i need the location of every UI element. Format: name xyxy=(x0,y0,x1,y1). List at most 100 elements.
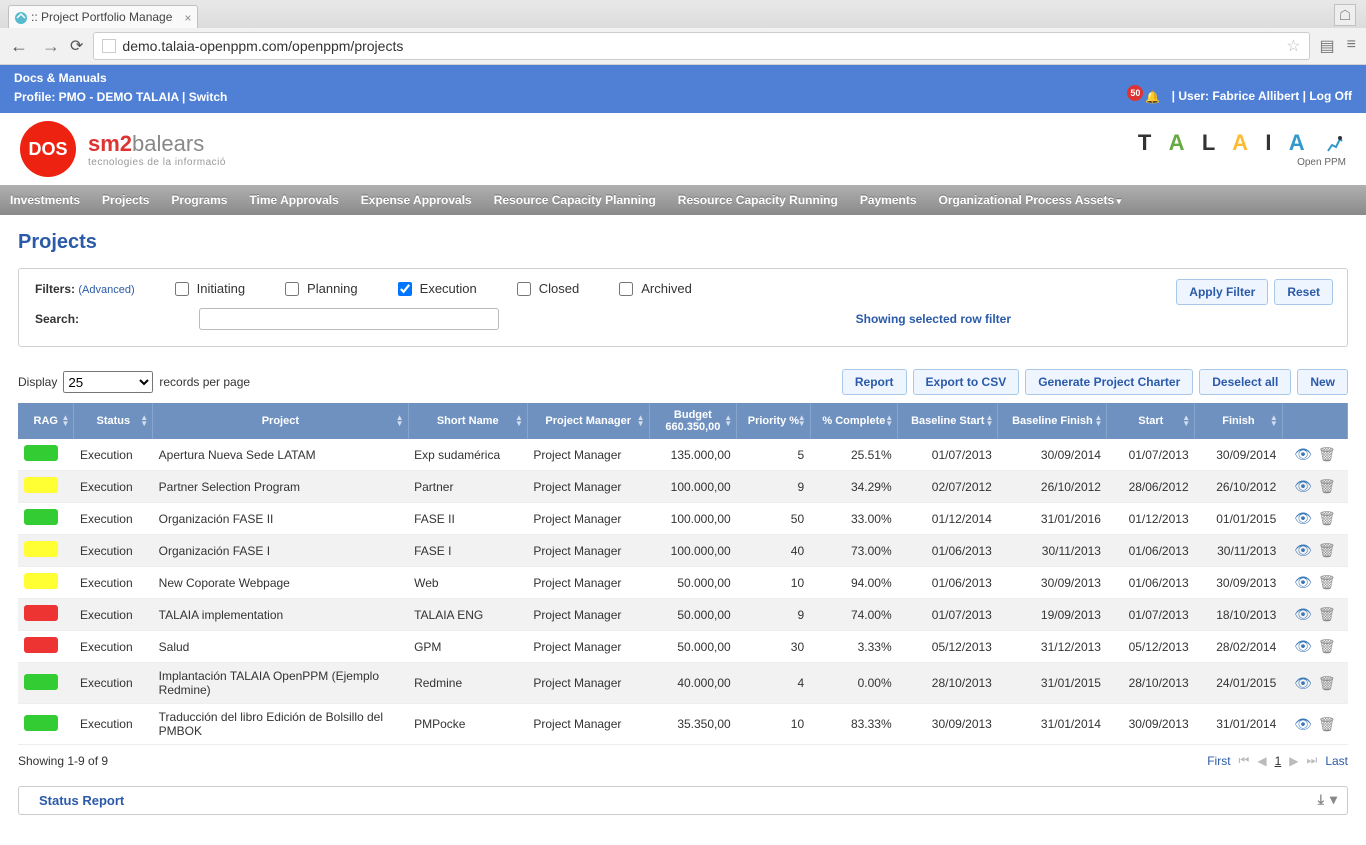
col-header[interactable]: Finish▲▼ xyxy=(1195,403,1283,439)
col-header[interactable]: Project▲▼ xyxy=(153,403,408,439)
view-icon[interactable]: 👁 xyxy=(1294,446,1312,462)
delete-icon[interactable]: 🗑 xyxy=(1318,446,1336,462)
table-row[interactable]: ExecutionImplantación TALAIA OpenPPM (Ej… xyxy=(18,663,1348,704)
view-icon[interactable]: 👁 xyxy=(1294,675,1312,691)
nav-payments[interactable]: Payments xyxy=(860,193,917,207)
forward-icon[interactable]: → xyxy=(42,36,60,57)
view-icon[interactable]: 👁 xyxy=(1294,510,1312,526)
delete-icon[interactable]: 🗑 xyxy=(1318,542,1336,558)
browser-tab[interactable]: :: Project Portfolio Manage × xyxy=(8,5,198,28)
docs-link[interactable]: Docs & Manuals xyxy=(14,71,107,85)
view-icon[interactable]: 👁 xyxy=(1294,606,1312,622)
hamburger-icon[interactable]: ≡ xyxy=(1347,36,1356,56)
new-button[interactable]: New xyxy=(1297,369,1348,395)
display-suffix: records per page xyxy=(159,375,250,389)
delete-icon[interactable]: 🗑 xyxy=(1318,716,1336,732)
table-row[interactable]: ExecutionPartner Selection ProgramPartne… xyxy=(18,471,1348,503)
pager-last-icon[interactable]: ⏭ xyxy=(1307,753,1318,768)
col-header[interactable]: Baseline Finish▲▼ xyxy=(998,403,1107,439)
view-icon[interactable]: 👁 xyxy=(1294,542,1312,558)
generate-charter-button[interactable]: Generate Project Charter xyxy=(1025,369,1193,395)
cell-project: Traducción del libro Edición de Bolsillo… xyxy=(153,704,408,745)
table-row[interactable]: ExecutionOrganización FASE IIFASE IIProj… xyxy=(18,503,1348,535)
notification-bell[interactable]: 50🔔 xyxy=(1127,89,1160,105)
rag-indicator xyxy=(24,715,58,731)
apply-filter-button[interactable]: Apply Filter xyxy=(1176,279,1268,305)
closed-checkbox[interactable] xyxy=(517,282,531,296)
col-header[interactable]: Project Manager▲▼ xyxy=(527,403,649,439)
filter-execution[interactable]: Execution xyxy=(398,281,477,296)
delete-icon[interactable]: 🗑 xyxy=(1318,638,1336,654)
export-csv-button[interactable]: Export to CSV xyxy=(913,369,1020,395)
reload-icon[interactable]: ⟳ xyxy=(70,36,83,56)
filter-archived[interactable]: Archived xyxy=(619,281,692,296)
collapse-icon[interactable]: ▾ xyxy=(1330,791,1337,808)
nav-resource-capacity-running[interactable]: Resource Capacity Running xyxy=(678,193,838,207)
nav-time-approvals[interactable]: Time Approvals xyxy=(249,193,338,207)
showing-filter-link[interactable]: Showing selected row filter xyxy=(856,312,1011,326)
col-header[interactable]: Budget 660.350,00▲▼ xyxy=(649,403,737,439)
back-icon[interactable]: ← xyxy=(10,36,28,57)
col-header[interactable]: Short Name▲▼ xyxy=(408,403,527,439)
bookmark-star-icon[interactable]: ☆ xyxy=(1286,36,1300,56)
advanced-link[interactable]: (Advanced) xyxy=(78,284,134,296)
logoff-link[interactable]: Log Off xyxy=(1309,89,1352,103)
status-report-panel[interactable]: Status Report ⤓ ▾ xyxy=(18,786,1348,815)
reset-button[interactable]: Reset xyxy=(1274,279,1333,305)
close-icon[interactable]: × xyxy=(184,11,191,25)
view-icon[interactable]: 👁 xyxy=(1294,716,1312,732)
table-row[interactable]: ExecutionApertura Nueva Sede LATAMExp su… xyxy=(18,439,1348,471)
pager-current[interactable]: 1 xyxy=(1275,754,1282,768)
delete-icon[interactable]: 🗑 xyxy=(1318,510,1336,526)
user-name-link[interactable]: Fabrice Allibert xyxy=(1212,89,1299,103)
table-row[interactable]: ExecutionNew Coporate WebpageWebProject … xyxy=(18,567,1348,599)
pager-first[interactable]: First xyxy=(1207,754,1230,768)
view-icon[interactable]: 👁 xyxy=(1294,478,1312,494)
report-button[interactable]: Report xyxy=(842,369,907,395)
col-header[interactable]: Start▲▼ xyxy=(1107,403,1195,439)
initiating-checkbox[interactable] xyxy=(175,282,189,296)
archived-checkbox[interactable] xyxy=(619,282,633,296)
export-icon[interactable]: ⤓ xyxy=(1318,791,1324,808)
col-header[interactable] xyxy=(1282,403,1347,439)
switch-link[interactable]: Switch xyxy=(189,90,228,104)
col-header[interactable]: RAG▲▼ xyxy=(18,403,74,439)
nav-opa[interactable]: Organizational Process Assets xyxy=(939,193,1122,207)
cell-start: 28/10/2013 xyxy=(1107,663,1195,704)
nav-programs[interactable]: Programs xyxy=(171,193,227,207)
nav-investments[interactable]: Investments xyxy=(10,193,80,207)
browser-user-icon[interactable]: ☖ xyxy=(1334,4,1356,26)
url-bar[interactable]: demo.talaia-openppm.com/openppm/projects… xyxy=(93,32,1309,60)
extension-icon[interactable]: ▤ xyxy=(1320,36,1335,56)
filter-planning[interactable]: Planning xyxy=(285,281,358,296)
cell-short-name: FASE I xyxy=(408,535,527,567)
execution-checkbox[interactable] xyxy=(398,282,412,296)
table-row[interactable]: ExecutionTALAIA implementationTALAIA ENG… xyxy=(18,599,1348,631)
view-icon[interactable]: 👁 xyxy=(1294,638,1312,654)
filter-closed[interactable]: Closed xyxy=(517,281,579,296)
delete-icon[interactable]: 🗑 xyxy=(1318,478,1336,494)
display-select[interactable]: 25 xyxy=(63,371,153,393)
table-row[interactable]: ExecutionOrganización FASE IFASE IProjec… xyxy=(18,535,1348,567)
delete-icon[interactable]: 🗑 xyxy=(1318,606,1336,622)
table-row[interactable]: ExecutionTraducción del libro Edición de… xyxy=(18,704,1348,745)
delete-icon[interactable]: 🗑 xyxy=(1318,574,1336,590)
deselect-all-button[interactable]: Deselect all xyxy=(1199,369,1291,395)
col-header[interactable]: Priority %▲▼ xyxy=(737,403,810,439)
col-header[interactable]: Baseline Start▲▼ xyxy=(898,403,998,439)
planning-checkbox[interactable] xyxy=(285,282,299,296)
pager-last[interactable]: Last xyxy=(1325,754,1348,768)
nav-projects[interactable]: Projects xyxy=(102,193,149,207)
delete-icon[interactable]: 🗑 xyxy=(1318,675,1336,691)
pager-prev-icon[interactable]: ◀ xyxy=(1257,754,1266,768)
filter-initiating[interactable]: Initiating xyxy=(175,281,245,296)
col-header[interactable]: % Complete▲▼ xyxy=(810,403,898,439)
pager-next-icon[interactable]: ▶ xyxy=(1289,754,1298,768)
table-row[interactable]: ExecutionSaludGPMProject Manager50.000,0… xyxy=(18,631,1348,663)
search-input[interactable] xyxy=(199,308,499,330)
nav-expense-approvals[interactable]: Expense Approvals xyxy=(361,193,472,207)
nav-resource-capacity-planning[interactable]: Resource Capacity Planning xyxy=(494,193,656,207)
col-header[interactable]: Status▲▼ xyxy=(74,403,153,439)
pager-first-icon[interactable]: ⏮ xyxy=(1239,753,1250,768)
view-icon[interactable]: 👁 xyxy=(1294,574,1312,590)
